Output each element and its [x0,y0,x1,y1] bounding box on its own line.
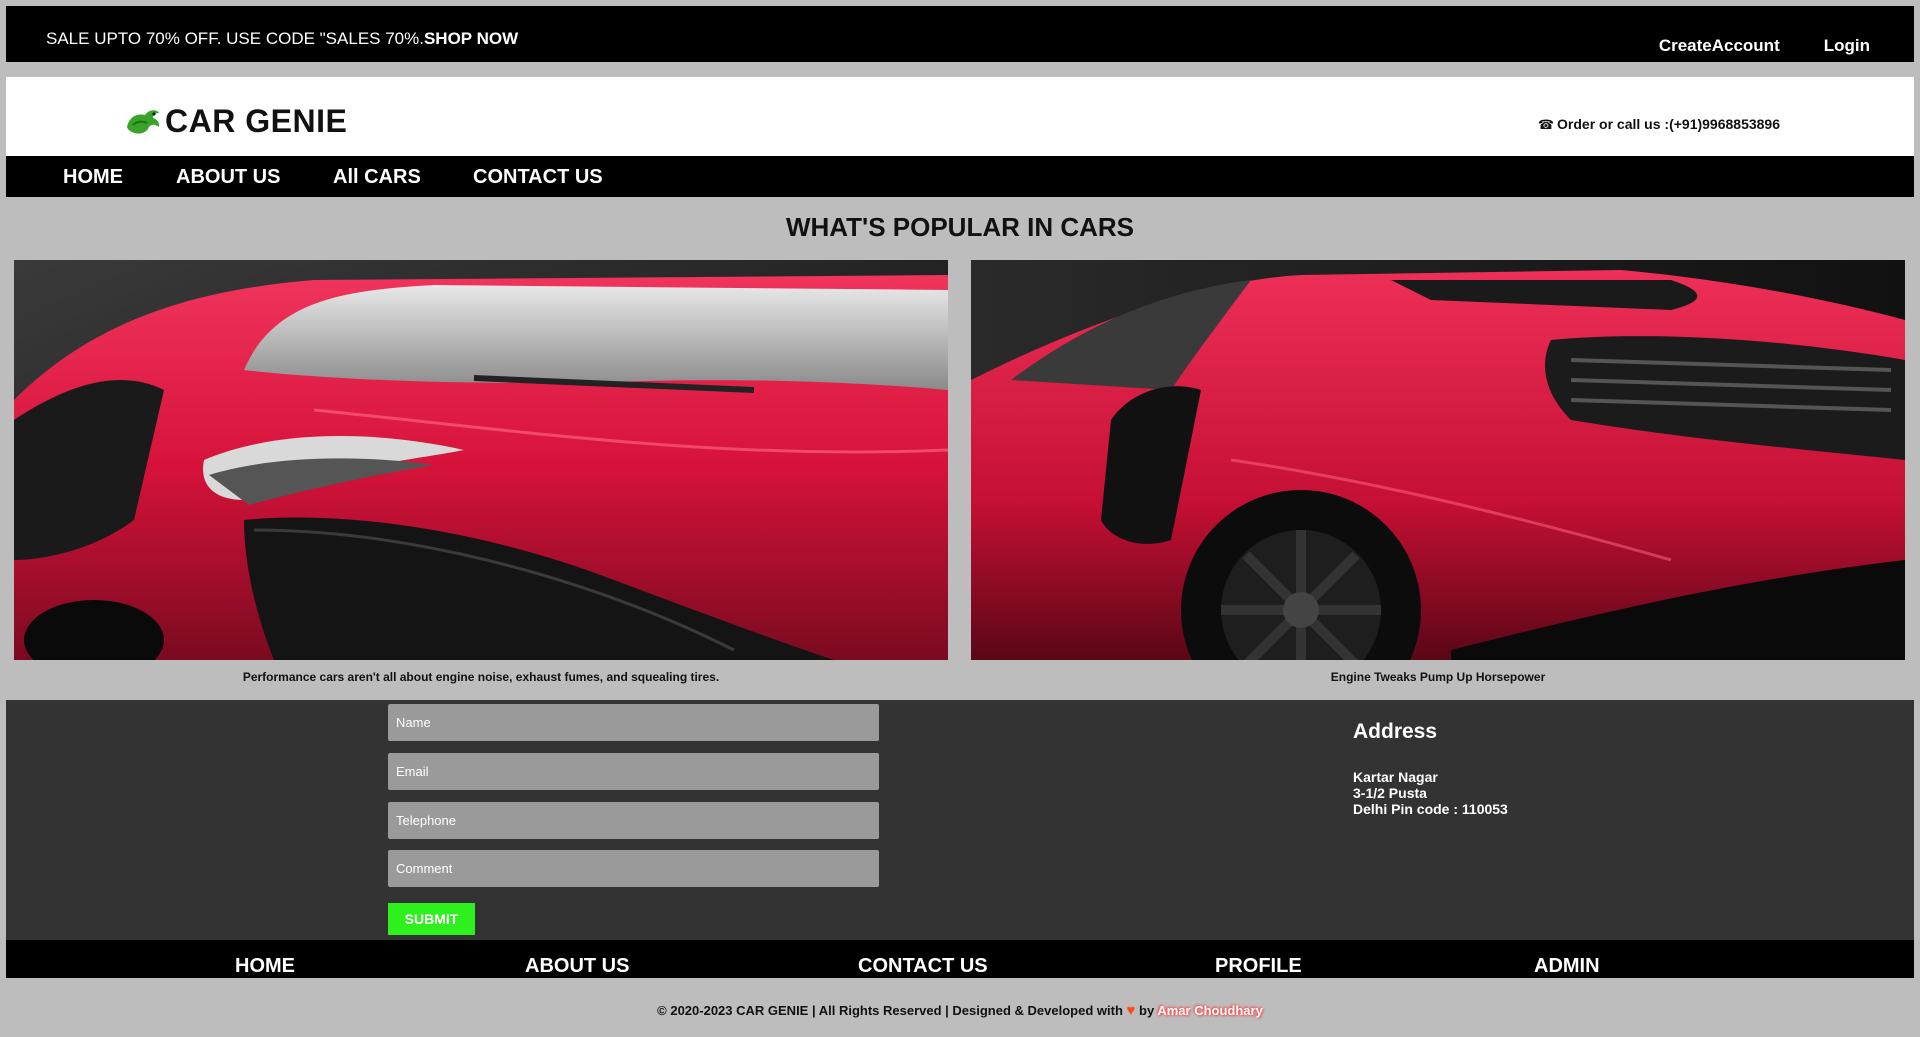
promo-bar: SALE UPTO 70% OFF. USE CODE "SALES 70%.S… [6,6,1914,62]
footer-nav-contact-us[interactable]: CONTACT US [858,955,988,978]
car-image-front[interactable] [14,260,948,660]
comment-input[interactable] [388,850,879,887]
footer-nav-home[interactable]: HOME [235,955,295,978]
dragon-logo-icon [127,109,160,134]
contact-section: SUBMIT Address Kartar Nagar 3-1/2 Pusta … [6,700,1914,940]
car-image-rear[interactable] [971,260,1905,660]
shop-now-link[interactable]: SHOP NOW [424,29,518,48]
create-account-link[interactable]: CreateAccount [1659,36,1780,56]
promo-message: SALE UPTO 70% OFF. USE CODE "SALES 70%. [46,29,424,48]
order-contact: ☎ Order or call us :(+91)9968853896 [1538,116,1780,133]
footer-nav-admin[interactable]: ADMIN [1534,955,1600,978]
nav-about-us[interactable]: ABOUT US [176,166,280,189]
car-caption-front: Performance cars aren't all about engine… [242,670,720,684]
copyright: © 2020-2023 CAR GENIE | All Rights Reser… [0,1002,1920,1019]
nav-all-cars[interactable]: All CARS [333,166,421,189]
submit-button[interactable]: SUBMIT [388,903,475,935]
copyright-by: by [1139,1003,1155,1018]
site-name: CAR GENIE [165,103,348,139]
copyright-text: © 2020-2023 CAR GENIE | All Rights Reser… [657,1003,1123,1018]
nav-home[interactable]: HOME [63,166,123,189]
section-heading: WHAT'S POPULAR IN CARS [785,212,1135,242]
address-title: Address [1353,720,1438,743]
footer-nav: HOME ABOUT US CONTACT US PROFILE ADMIN [6,940,1914,978]
author-link[interactable]: Amar Choudhary [1157,1003,1262,1018]
nav-contact-us[interactable]: CONTACT US [473,166,603,189]
telephone-input[interactable] [388,802,879,839]
address-line: Delhi Pin code : 110053 [1353,801,1508,817]
order-contact-text: Order or call us :(+91)9968853896 [1557,116,1780,132]
car-front-illustration [14,260,948,660]
account-links: CreateAccount Login [1659,36,1870,56]
address-line: 3-1/2 Pusta [1353,785,1427,801]
footer-nav-profile[interactable]: PROFILE [1215,955,1302,978]
heart-icon: ♥ [1126,1002,1136,1019]
site-logo[interactable]: CAR GENIE [123,103,347,140]
car-rear-illustration [971,260,1905,660]
login-link[interactable]: Login [1824,36,1870,56]
main-nav: HOME ABOUT US All CARS CONTACT US [6,156,1914,197]
name-input[interactable] [388,704,879,741]
brand-bar: CAR GENIE ☎ Order or call us :(+91)996885… [6,77,1914,156]
promo-text: SALE UPTO 70% OFF. USE CODE "SALES 70%.S… [46,29,518,49]
footer-nav-about-us[interactable]: ABOUT US [525,955,629,978]
address-line: Kartar Nagar [1353,769,1438,785]
phone-icon: ☎ [1537,117,1555,132]
car-caption-rear: Engine Tweaks Pump Up Horsepower [1330,670,1546,684]
email-input[interactable] [388,753,879,790]
